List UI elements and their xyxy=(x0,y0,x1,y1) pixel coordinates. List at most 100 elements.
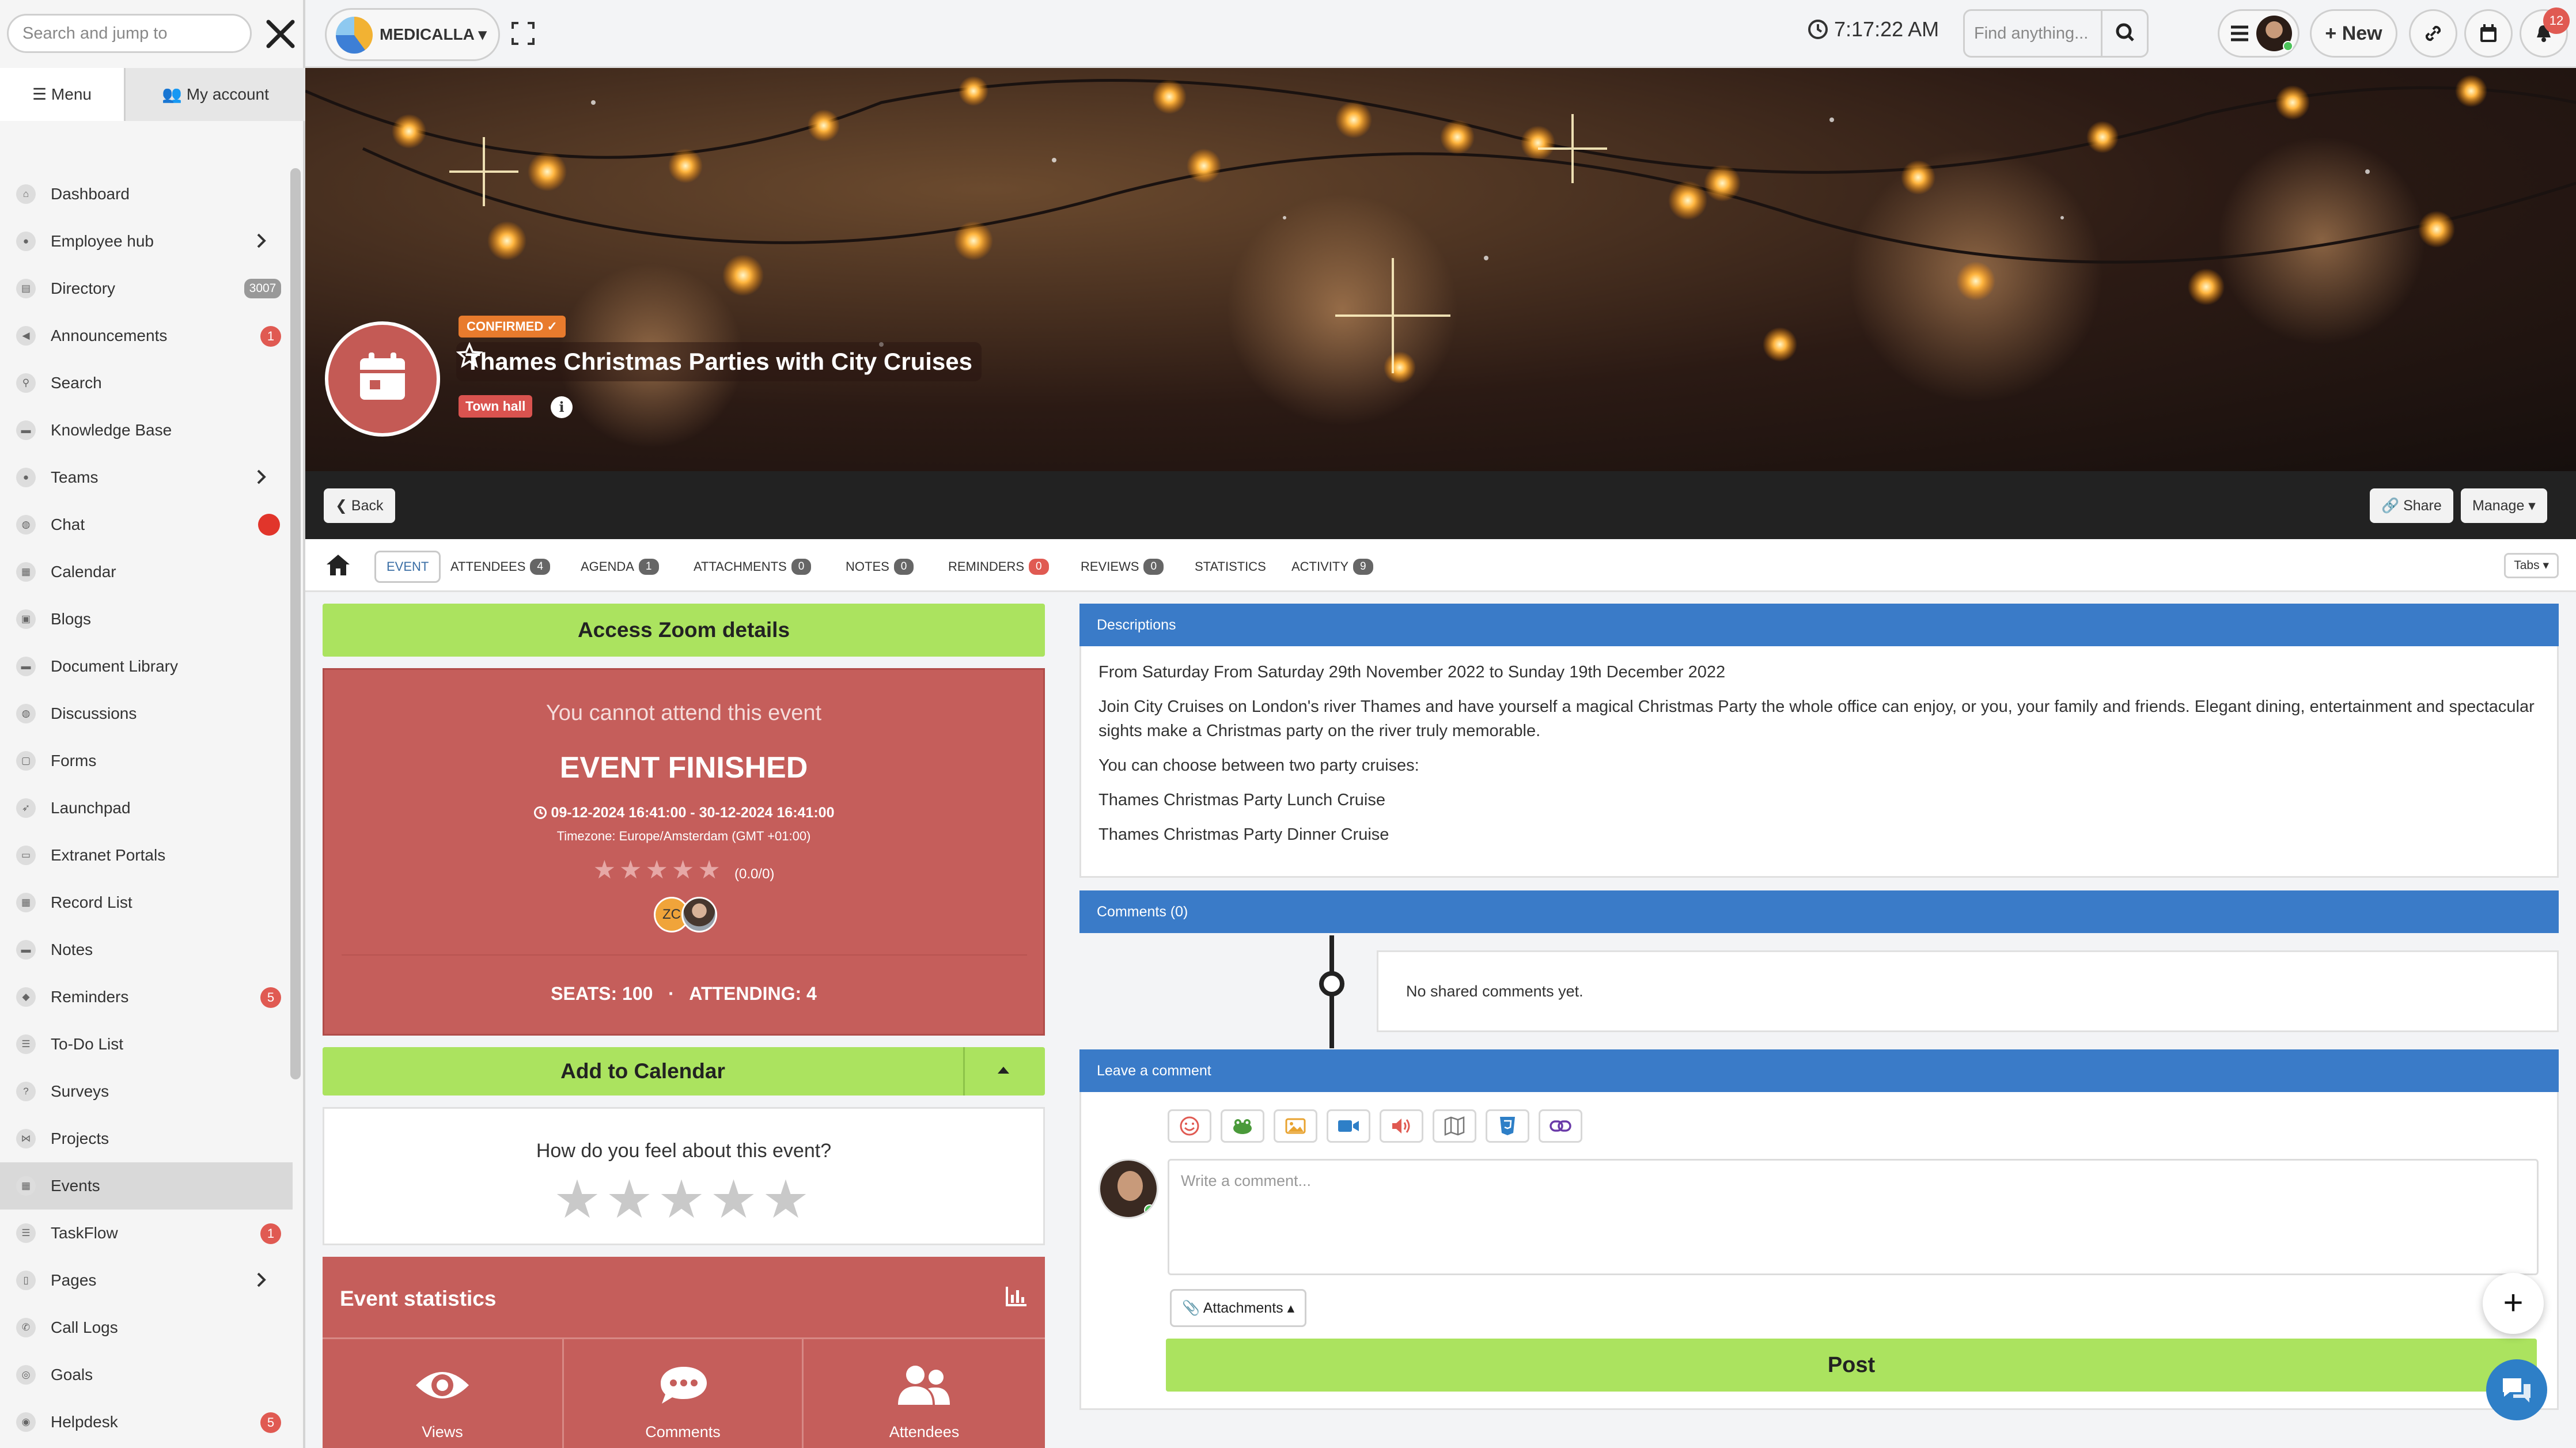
attendee-avatars[interactable]: ZC xyxy=(654,897,723,934)
post-button[interactable]: Post xyxy=(1166,1339,2537,1392)
sidebar-item-chat[interactable]: ◍ Chat xyxy=(0,501,293,548)
link-icon xyxy=(2425,25,2441,41)
info-icon[interactable]: i xyxy=(551,396,573,418)
seats-separator: · xyxy=(668,983,675,1004)
sidebar-item-document-library[interactable]: ▬ Document Library xyxy=(0,643,293,690)
fullscreen-icon[interactable] xyxy=(510,21,536,46)
sidebar-item-helpdesk[interactable]: ◉ Helpdesk 5 xyxy=(0,1398,293,1446)
sidebar-item-search[interactable]: ⚲ Search xyxy=(0,359,293,407)
sidebar-search-input[interactable]: Search and jump to xyxy=(7,14,252,53)
map-button[interactable] xyxy=(1433,1109,1476,1143)
attachments-dropdown[interactable]: 📎 Attachments ▴ xyxy=(1170,1289,1307,1327)
caret-up-icon[interactable] xyxy=(998,1067,1009,1074)
audio-button[interactable] xyxy=(1380,1109,1423,1143)
comment-input[interactable]: Write a comment... xyxy=(1168,1159,2539,1275)
bar-chart-icon[interactable] xyxy=(1005,1284,1028,1307)
tab-reviews[interactable]: REVIEWS 0 xyxy=(1081,551,1164,583)
sidebar-item-dashboard[interactable]: ⌂ Dashboard xyxy=(0,170,293,218)
video-button[interactable] xyxy=(1327,1109,1370,1143)
sidebar-item-pages[interactable]: ▯ Pages xyxy=(0,1257,293,1304)
tab-event[interactable]: EVENT xyxy=(374,551,441,583)
calendar-icon xyxy=(2480,24,2497,42)
sidebar-item-directory[interactable]: ▤ Directory 3007 xyxy=(0,265,293,312)
comment-icon: ◍ xyxy=(16,704,36,723)
sidebar-item-knowledge-base[interactable]: ▬ Knowledge Base xyxy=(0,407,293,454)
html-button[interactable] xyxy=(1486,1109,1529,1143)
share-button[interactable]: 🔗 Share xyxy=(2370,488,2453,523)
search-button[interactable] xyxy=(2101,11,2147,56)
home-icon[interactable] xyxy=(325,553,351,577)
tab-attachments-count: 0 xyxy=(791,559,812,575)
tabs-dropdown[interactable]: Tabs ▾ xyxy=(2504,553,2559,578)
sidebar-item-extranet-portals[interactable]: ▭ Extranet Portals xyxy=(0,832,293,879)
sidebar-item-taskflow[interactable]: ☰ TaskFlow 1 xyxy=(0,1210,293,1257)
new-button[interactable]: + New xyxy=(2310,9,2397,58)
global-search[interactable]: Find anything... xyxy=(1963,9,2149,58)
chat-launcher-button[interactable] xyxy=(2486,1359,2547,1420)
attendee-avatar[interactable] xyxy=(681,897,717,933)
feedback-star-rating[interactable]: ★★★★★ xyxy=(324,1169,1043,1230)
statistics-title: Event statistics xyxy=(340,1287,497,1310)
sidebar-item-label: Projects xyxy=(51,1129,109,1147)
online-status-dot xyxy=(1144,1204,1156,1216)
sidebar-item-call-logs[interactable]: ✆ Call Logs xyxy=(0,1304,293,1351)
sidebar-item-record-list[interactable]: ▦ Record List xyxy=(0,879,293,926)
tab-attachments[interactable]: ATTACHMENTS 0 xyxy=(694,551,812,583)
sidebar-item-label: Directory xyxy=(51,279,116,297)
sidebar-item-label: Knowledge Base xyxy=(51,421,172,439)
sidebar-item-employee-hub[interactable]: ● Employee hub xyxy=(0,218,293,265)
descriptions-header: Descriptions xyxy=(1079,604,2559,646)
image-button[interactable] xyxy=(1274,1109,1317,1143)
add-to-calendar-button[interactable]: Add to Calendar xyxy=(323,1047,1045,1096)
manage-button[interactable]: Manage ▾ xyxy=(2461,488,2547,523)
list-icon: ☰ xyxy=(16,1223,36,1243)
sidebar-item-reminders[interactable]: ◆ Reminders 5 xyxy=(0,973,293,1021)
sidebar-item-discussions[interactable]: ◍ Discussions xyxy=(0,690,293,737)
sidebar-item-forms[interactable]: ▢ Forms xyxy=(0,737,293,784)
sidebar-item-announcements[interactable]: ◀ Announcements 1 xyxy=(0,312,293,359)
sidebar-item-label: Document Library xyxy=(51,657,178,675)
speaker-icon xyxy=(1392,1119,1410,1134)
tab-agenda[interactable]: AGENDA 1 xyxy=(581,551,659,583)
notifications-button[interactable]: 12 xyxy=(2520,7,2570,58)
category-badge[interactable]: Town hall xyxy=(459,395,533,418)
links-button[interactable] xyxy=(2409,9,2457,58)
user-menu[interactable] xyxy=(2218,9,2300,58)
tab-reminders[interactable]: REMINDERS 0 xyxy=(948,551,1049,583)
sidebar-item-events[interactable]: ▦ Events xyxy=(0,1162,293,1210)
tab-menu[interactable]: ☰ Menu xyxy=(0,68,126,121)
calendar-button[interactable] xyxy=(2464,9,2513,58)
sidebar-item-calendar[interactable]: ▦ Calendar xyxy=(0,548,293,596)
sidebar-item-goals[interactable]: ◎ Goals xyxy=(0,1351,293,1398)
star-icon[interactable] xyxy=(456,342,483,369)
sidebar-item-notes[interactable]: ▬ Notes xyxy=(0,926,293,973)
emoji-button[interactable] xyxy=(1168,1109,1211,1143)
sidebar-item-to-do-list[interactable]: ☰ To-Do List xyxy=(0,1021,293,1068)
image-icon xyxy=(1285,1118,1306,1134)
search-icon xyxy=(2116,23,2134,41)
global-search-input[interactable]: Find anything... xyxy=(1974,11,2088,56)
folder-icon: ▬ xyxy=(16,420,36,440)
sidebar-item-launchpad[interactable]: ➶ Launchpad xyxy=(0,784,293,832)
tab-statistics[interactable]: STATISTICS xyxy=(1195,551,1266,583)
brand-name: MEDICALLA ▾ xyxy=(380,25,487,43)
notifications-badge: 12 xyxy=(2543,7,2570,34)
sidebar-item-blogs[interactable]: ▣ Blogs xyxy=(0,596,293,643)
gif-button[interactable] xyxy=(1221,1109,1264,1143)
sidebar-item-teams[interactable]: ● Teams xyxy=(0,454,293,501)
tab-activity[interactable]: ACTIVITY 9 xyxy=(1291,551,1373,583)
tab-event-label: EVENT xyxy=(387,559,429,574)
access-zoom-button[interactable]: Access Zoom details xyxy=(323,604,1045,657)
tab-notes[interactable]: NOTES 0 xyxy=(846,551,914,583)
calendar-icon: ▦ xyxy=(16,1176,36,1196)
sidebar-item-surveys[interactable]: ? Surveys xyxy=(0,1068,293,1115)
description-paragraph: Thames Christmas Party Lunch Cruise xyxy=(1098,791,1385,809)
close-icon[interactable] xyxy=(260,14,301,54)
tab-my-account[interactable]: 👥 My account xyxy=(126,68,305,121)
back-button[interactable]: ❮ Back xyxy=(324,488,395,523)
link-button[interactable] xyxy=(1539,1109,1582,1143)
tab-attendees[interactable]: ATTENDEES 4 xyxy=(450,551,550,583)
organization-switcher[interactable]: MEDICALLA ▾ xyxy=(325,8,500,61)
quick-add-button[interactable]: + xyxy=(2483,1273,2544,1334)
sidebar-item-projects[interactable]: ⋈ Projects xyxy=(0,1115,293,1162)
